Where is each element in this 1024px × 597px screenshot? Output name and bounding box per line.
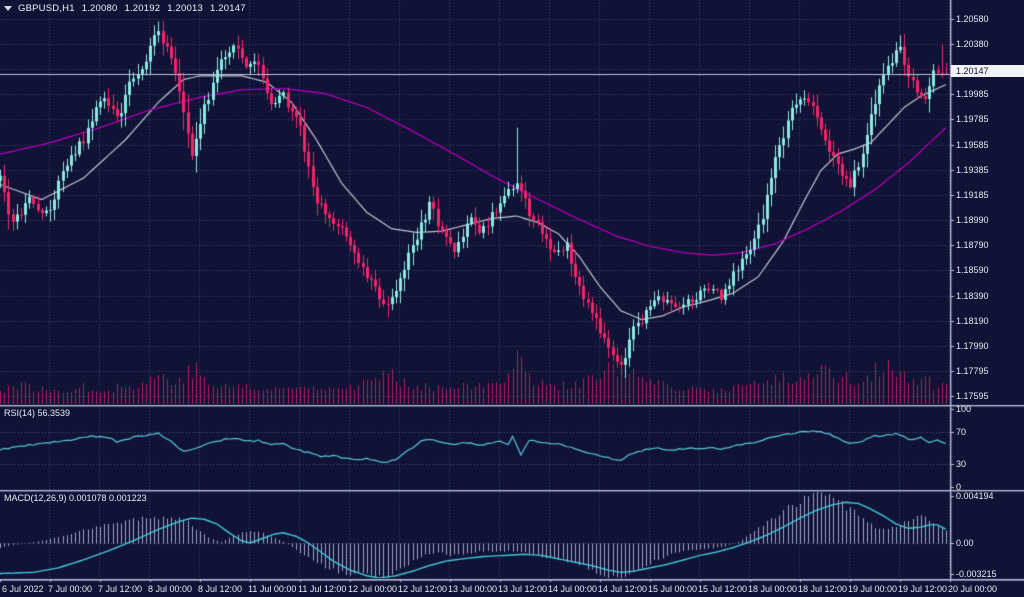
price-axis-label: 1.18190 bbox=[956, 316, 989, 326]
time-axis-label: 12 Jul 00:00 bbox=[348, 584, 397, 594]
price-axis-label: 1.18590 bbox=[956, 265, 989, 275]
chart-title-bar: GBPUSD,H1 1.20080 1.20192 1.20013 1.2014… bbox=[4, 3, 253, 14]
time-axis-label: 7 Jul 00:00 bbox=[48, 584, 92, 594]
macd-axis-label: 0.004194 bbox=[956, 491, 994, 501]
trading-chart-window: GBPUSD,H1 1.20080 1.20192 1.20013 1.2014… bbox=[0, 0, 1024, 597]
price-axis-label: 1.19585 bbox=[956, 140, 989, 150]
price-axis-label: 1.19785 bbox=[956, 114, 989, 124]
time-axis-label: 11 Jul 12:00 bbox=[298, 584, 346, 594]
price-axis-label: 1.19185 bbox=[956, 190, 989, 200]
ohlc-close: 1.20147 bbox=[210, 3, 246, 14]
rsi-axis-label: 30 bbox=[956, 459, 966, 469]
price-axis-label: 1.18790 bbox=[956, 240, 989, 250]
time-axis-label: 7 Jul 12:00 bbox=[98, 584, 142, 594]
macd-pane-label: MACD(12,26,9) 0.001078 0.001223 bbox=[4, 493, 147, 503]
time-axis-label: 15 Jul 00:00 bbox=[648, 584, 697, 594]
time-axis-label: 15 Jul 12:00 bbox=[698, 584, 747, 594]
ohlc-low: 1.20013 bbox=[167, 3, 203, 14]
price-axis-label: 1.17595 bbox=[956, 391, 989, 401]
price-axis-label: 1.20380 bbox=[956, 39, 989, 49]
macd-axis-label: 0.00 bbox=[956, 538, 974, 548]
time-axis-label: 11 Jul 00:00 bbox=[248, 584, 296, 594]
time-axis-label: 20 Jul 00:00 bbox=[948, 584, 997, 594]
time-axis-label: 18 Jul 00:00 bbox=[748, 584, 797, 594]
price-axis-label: 1.19985 bbox=[956, 89, 989, 99]
symbol-title: GBPUSD,H1 bbox=[18, 3, 75, 14]
current-price-tag: 1.20147 bbox=[951, 65, 1024, 77]
time-axis-label: 13 Jul 12:00 bbox=[498, 584, 547, 594]
time-axis-label: 8 Jul 12:00 bbox=[198, 584, 242, 594]
candlestick-chart-canvas[interactable] bbox=[0, 0, 1024, 597]
rsi-pane-label: RSI(14) 56.3539 bbox=[4, 408, 70, 418]
price-axis-label: 1.17795 bbox=[956, 366, 989, 376]
ohlc-open: 1.20080 bbox=[82, 3, 118, 14]
time-axis-label: 8 Jul 00:00 bbox=[148, 584, 192, 594]
price-axis-label: 1.19385 bbox=[956, 165, 989, 175]
time-axis-label: 12 Jul 12:00 bbox=[398, 584, 447, 594]
ohlc-high: 1.20192 bbox=[124, 3, 160, 14]
price-axis-label: 1.18990 bbox=[956, 215, 989, 225]
time-axis-label: 14 Jul 00:00 bbox=[548, 584, 597, 594]
rsi-axis-label: 100 bbox=[956, 404, 971, 414]
time-axis-label: 6 Jul 2022 bbox=[2, 584, 44, 594]
price-axis-label: 1.18390 bbox=[956, 291, 989, 301]
time-axis-label: 13 Jul 00:00 bbox=[448, 584, 497, 594]
macd-axis-label: -0.003215 bbox=[956, 569, 997, 579]
time-axis-label: 19 Jul 12:00 bbox=[898, 584, 947, 594]
time-axis-label: 14 Jul 12:00 bbox=[598, 584, 647, 594]
price-axis-label: 1.20580 bbox=[956, 14, 989, 24]
rsi-axis-label: 70 bbox=[956, 427, 966, 437]
time-axis-label: 19 Jul 00:00 bbox=[848, 584, 897, 594]
symbol-dropdown-icon[interactable] bbox=[4, 6, 12, 11]
price-axis-label: 1.17990 bbox=[956, 341, 989, 351]
time-axis-label: 18 Jul 12:00 bbox=[798, 584, 847, 594]
